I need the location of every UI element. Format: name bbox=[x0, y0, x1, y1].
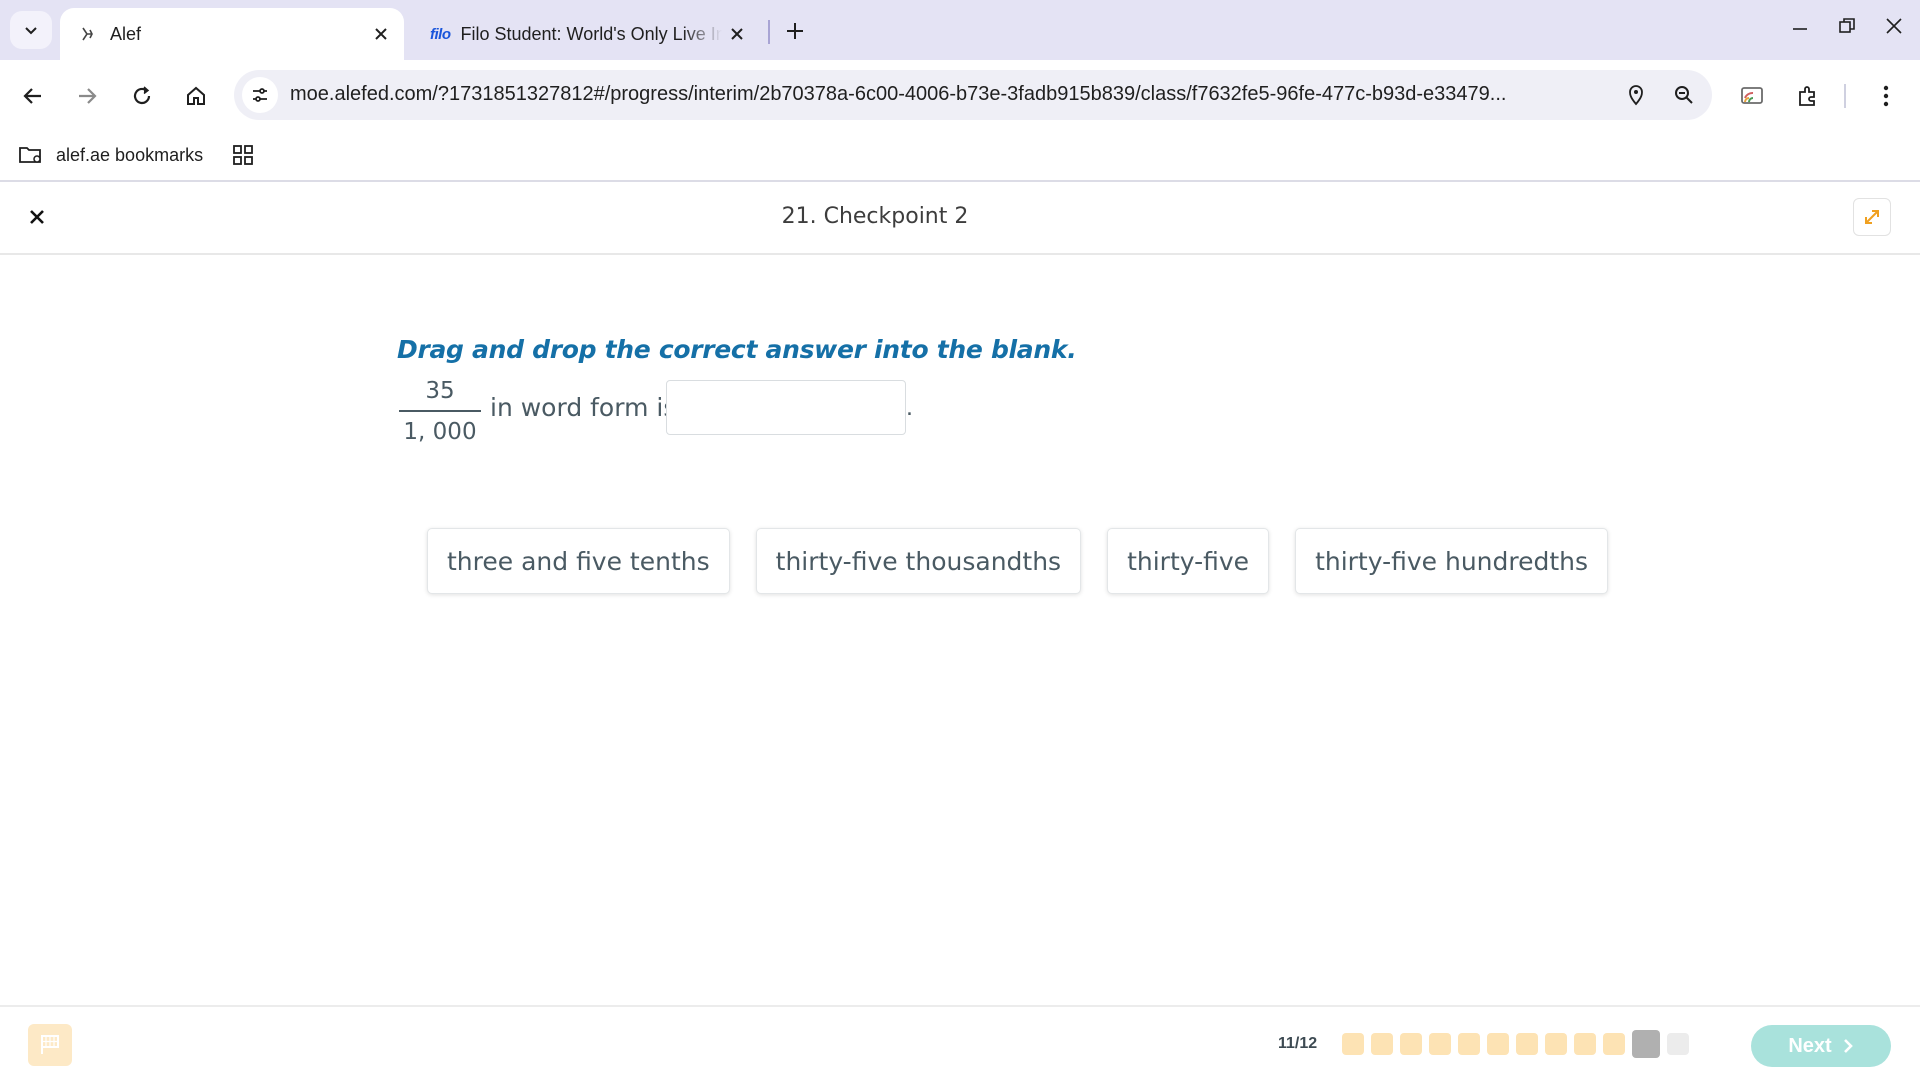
toolbar-separator bbox=[1844, 84, 1846, 108]
choice-thirty-five[interactable]: thirty-five bbox=[1107, 528, 1270, 594]
bookmark-folder-alef[interactable]: alef.ae bookmarks bbox=[18, 138, 203, 172]
minimize-icon bbox=[1793, 28, 1807, 30]
fraction-numerator: 35 bbox=[425, 378, 455, 404]
progress-dot[interactable] bbox=[1603, 1033, 1625, 1055]
progress-dot[interactable] bbox=[1545, 1033, 1567, 1055]
tab-search-button[interactable] bbox=[10, 11, 52, 49]
reload-button[interactable] bbox=[122, 76, 162, 116]
choice-thirty-five-thousandths[interactable]: thirty-five thousandths bbox=[755, 528, 1082, 594]
fraction-bar bbox=[399, 410, 481, 412]
progress-dot[interactable] bbox=[1400, 1033, 1422, 1055]
lesson-footer: 11/12 Next bbox=[0, 1005, 1920, 1080]
url-text[interactable]: moe.alefed.com/?1731851327812#/progress/… bbox=[290, 83, 1590, 106]
restore-button[interactable] bbox=[1827, 10, 1867, 42]
progress-dot-current[interactable] bbox=[1632, 1030, 1660, 1058]
progress-dot[interactable] bbox=[1371, 1033, 1393, 1055]
fraction: 35 1, 000 bbox=[398, 374, 482, 448]
progress-dot[interactable] bbox=[1574, 1033, 1596, 1055]
location-icon[interactable] bbox=[1620, 79, 1652, 111]
close-window-button[interactable] bbox=[1874, 10, 1914, 42]
bookmarks-bar: alef.ae bookmarks bbox=[0, 130, 1920, 180]
progress-counter: 11/12 bbox=[1278, 1035, 1318, 1052]
tab-alef[interactable]: Alef bbox=[60, 8, 404, 60]
fullscreen-button[interactable] bbox=[1853, 198, 1891, 236]
close-icon bbox=[1886, 18, 1902, 34]
forward-button[interactable] bbox=[67, 76, 107, 116]
site-info-button[interactable] bbox=[242, 77, 278, 113]
kebab-menu-icon bbox=[1883, 85, 1889, 107]
restore-icon bbox=[1839, 18, 1855, 33]
expand-icon bbox=[1865, 210, 1879, 224]
cast-icon bbox=[1741, 87, 1763, 104]
page-title: 21. Checkpoint 2 bbox=[781, 204, 969, 229]
home-button[interactable] bbox=[176, 76, 216, 116]
back-button[interactable] bbox=[13, 76, 53, 116]
plus-icon bbox=[787, 23, 803, 39]
tab-title: Filo Student: World's Only Live Instant … bbox=[460, 23, 723, 44]
menu-button[interactable] bbox=[1866, 76, 1906, 116]
chevron-down-icon bbox=[25, 27, 37, 35]
fraction-denominator: 1, 000 bbox=[403, 419, 477, 445]
zoom-icon[interactable] bbox=[1668, 79, 1700, 111]
progress-dot[interactable] bbox=[1487, 1033, 1509, 1055]
lesson-header: 21. Checkpoint 2 bbox=[0, 182, 1920, 255]
question-suffix: . bbox=[906, 393, 913, 421]
next-button[interactable]: Next bbox=[1751, 1025, 1891, 1067]
progress-dot[interactable] bbox=[1429, 1033, 1451, 1055]
reload-icon bbox=[133, 86, 151, 105]
progress-dot[interactable] bbox=[1458, 1033, 1480, 1055]
close-tab-icon[interactable] bbox=[722, 19, 752, 49]
tab-strip: Alef filo Filo Student: World's Only Liv… bbox=[0, 0, 1920, 60]
home-icon bbox=[187, 86, 205, 105]
extensions-button[interactable] bbox=[1788, 76, 1828, 116]
address-bar[interactable]: moe.alefed.com/?1731851327812#/progress/… bbox=[234, 70, 1712, 120]
question-stem: in word form is bbox=[490, 393, 677, 422]
arrow-left-icon bbox=[23, 88, 41, 104]
flag-icon bbox=[41, 1035, 59, 1054]
flag-button[interactable] bbox=[28, 1024, 72, 1066]
filo-favicon-icon: filo bbox=[430, 25, 451, 43]
folder-icon bbox=[18, 144, 46, 166]
minimize-button[interactable] bbox=[1780, 10, 1820, 42]
alef-favicon-icon bbox=[76, 23, 98, 45]
bookmark-label: alef.ae bookmarks bbox=[56, 144, 204, 165]
progress-dot[interactable] bbox=[1516, 1033, 1538, 1055]
new-tab-button[interactable] bbox=[778, 14, 812, 48]
progress-dots bbox=[1342, 1030, 1689, 1058]
question-instruction: Drag and drop the correct answer into th… bbox=[397, 335, 1077, 364]
cast-button[interactable] bbox=[1732, 76, 1772, 116]
next-label: Next bbox=[1788, 1034, 1832, 1057]
tab-separator bbox=[768, 20, 770, 44]
chevron-right-icon bbox=[1843, 1039, 1853, 1053]
close-tab-icon[interactable] bbox=[366, 19, 396, 49]
puzzle-icon bbox=[1799, 86, 1815, 106]
tune-icon bbox=[253, 88, 267, 102]
progress-dot[interactable] bbox=[1342, 1033, 1364, 1055]
arrow-right-icon bbox=[79, 88, 97, 104]
answer-choices: three and five tenths thirty-five thousa… bbox=[427, 528, 1609, 594]
tab-filo[interactable]: filo Filo Student: World's Only Live Ins… bbox=[410, 8, 760, 60]
answer-drop-zone[interactable] bbox=[666, 380, 906, 435]
progress-dot[interactable] bbox=[1667, 1033, 1689, 1055]
apps-grid-icon[interactable] bbox=[228, 140, 258, 170]
choice-thirty-five-hundredths[interactable]: thirty-five hundredths bbox=[1295, 528, 1609, 594]
choice-three-and-five-tenths[interactable]: three and five tenths bbox=[427, 528, 730, 594]
tab-title: Alef bbox=[110, 23, 142, 44]
